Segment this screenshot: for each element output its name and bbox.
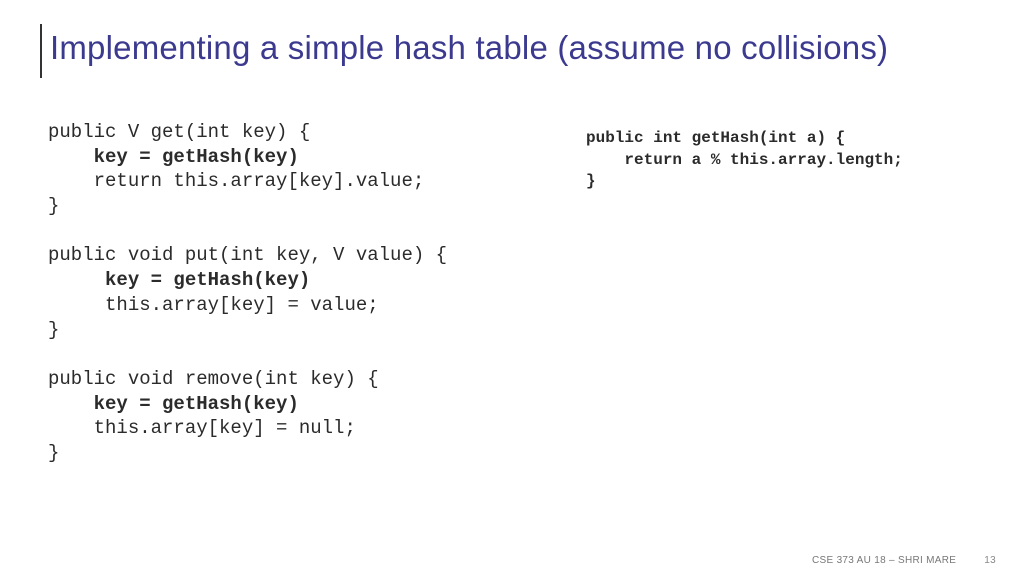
code-right-column: public int getHash(int a) { return a % t…: [586, 120, 984, 528]
code-line: return a % this.array.length;: [586, 151, 903, 169]
slide-footer: CSE 373 AU 18 – SHRI MARE 13: [812, 555, 996, 566]
code-get-method: public V get(int key) { key = getHash(ke…: [48, 120, 538, 466]
code-line: public void put(int key, V value) {: [48, 244, 447, 266]
code-line: }: [48, 442, 59, 464]
code-line: return this.array[key].value;: [48, 170, 424, 192]
code-gethash-method: public int getHash(int a) { return a % t…: [586, 128, 984, 193]
code-line: this.array[key] = value;: [48, 294, 379, 316]
code-line: this.array[key] = null;: [48, 417, 356, 439]
code-line: key = getHash(key): [48, 146, 299, 168]
slide-body: public V get(int key) { key = getHash(ke…: [48, 120, 984, 528]
slide: Implementing a simple hash table (assume…: [0, 0, 1024, 576]
code-line: public void remove(int key) {: [48, 368, 379, 390]
code-line: }: [586, 172, 596, 190]
code-left-column: public V get(int key) { key = getHash(ke…: [48, 120, 538, 528]
footer-page-number: 13: [984, 555, 996, 566]
code-line: public V get(int key) {: [48, 121, 310, 143]
title-rule: [40, 24, 42, 78]
code-line: key = getHash(key): [48, 269, 310, 291]
code-line: }: [48, 195, 59, 217]
title-block: Implementing a simple hash table (assume…: [40, 24, 1000, 78]
code-line: public int getHash(int a) {: [586, 129, 845, 147]
footer-course: CSE 373 AU 18 – SHRI MARE: [812, 555, 956, 566]
code-line: }: [48, 319, 59, 341]
slide-title: Implementing a simple hash table (assume…: [50, 24, 888, 78]
code-line: key = getHash(key): [48, 393, 299, 415]
